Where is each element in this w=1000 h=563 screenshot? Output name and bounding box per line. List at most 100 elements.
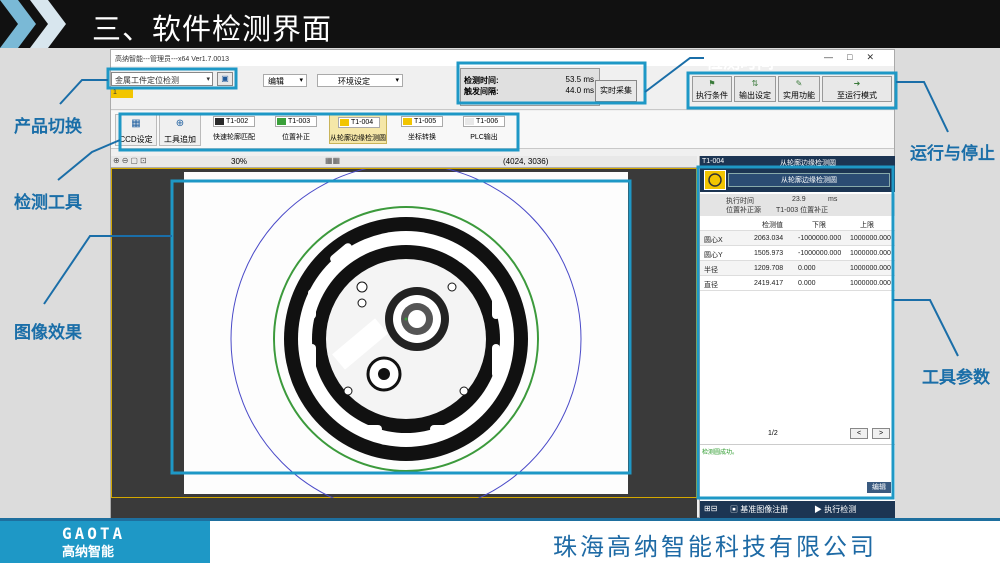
image-toolbar: ⊕⊖▢⊡ 30% ▦▦ (4024, 3036) [111, 156, 697, 168]
main-toolbar: 金属工件定位检测 ▾ ▣ 1 编辑 ▾ 环境设定 ▾ 检测时间: 53.5 ms 触… [111, 66, 894, 110]
image-view[interactable] [111, 168, 697, 499]
floppy-icon: ▣ [221, 74, 229, 83]
minimize-icon[interactable]: — [824, 52, 847, 62]
output-setting-button[interactable]: ⇅ 输出设定 [734, 76, 776, 102]
param-name: 直径 [704, 282, 718, 289]
tool-name: 快速轮廓匹配 [213, 134, 255, 141]
slide-title: 三、软件检测界面 [92, 12, 333, 46]
environment-menu[interactable]: 环境设定 ▾ [317, 74, 403, 87]
image-status-bar [111, 498, 697, 518]
table-row[interactable]: 圆心X 2063.034 -1000000.000 1000000.000 [700, 231, 895, 246]
tool-item[interactable]: T1-003 位置补正 [267, 114, 325, 144]
maximize-icon[interactable]: □ [847, 52, 866, 62]
tool-item[interactable]: T1-005 坐标转换 [393, 114, 451, 144]
tool-id-text: T1-005 [414, 118, 437, 125]
utility-button[interactable]: ✎ 实用功能 [778, 76, 820, 102]
params-table: 检测值 下限 上限 圆心X 2063.034 -1000000.000 1000000… [700, 216, 895, 291]
prev-page-button[interactable]: < [850, 428, 868, 439]
param-name: 圆心X [704, 237, 723, 244]
zoom-tools-icon[interactable]: ⊕⊖▢⊡ [113, 156, 149, 165]
product-select[interactable]: 金属工件定位检测 ▾ [111, 72, 213, 86]
tool-item[interactable]: T1-002 快速轮廓匹配 [205, 114, 263, 144]
exec-time-value: 23.9 [792, 196, 806, 203]
param-value: 2419.417 [754, 280, 784, 287]
tool-icon [277, 118, 286, 125]
tool-icon [465, 118, 474, 125]
tool-id: T1-002 [213, 116, 255, 127]
tool-item[interactable]: T1-006 PLC输出 [455, 114, 513, 144]
leader-run [896, 81, 949, 133]
trigger-interval-value: 44.0 ms [565, 86, 594, 95]
exec-condition-button[interactable]: ⚑ 执行条件 [692, 76, 732, 102]
trigger-interval-label: 触发间隔: [464, 87, 499, 96]
slide-header: 三、软件检测界面 [0, 0, 1000, 48]
table-row[interactable]: 圆心Y 1505.973 -1000000.000 1000000.000 [700, 246, 895, 261]
panel-exec-info: 执行时间 23.9 ms 位置补正源 T1-003 位置补正 [700, 194, 895, 216]
window-title: 高纳智能---管理员---x64 Ver1.7.0013 [115, 56, 229, 63]
tool-id: T1-005 [401, 116, 443, 127]
tool-icon [215, 118, 224, 125]
close-icon[interactable]: ✕ [866, 52, 888, 62]
run-mode-button[interactable]: ➜ 至运行模式 [822, 76, 892, 102]
log-message: 检测圆成功。 [702, 450, 739, 456]
leader-product [59, 79, 108, 105]
tool-name: 位置补正 [282, 134, 310, 141]
add-tool-button[interactable]: ⊕ 工具追加 [159, 114, 201, 146]
window-controls[interactable]: —□✕ [824, 52, 888, 63]
position-source-label: 位置补正源 [726, 207, 761, 214]
param-high: 1000000.000 [850, 265, 891, 272]
param-low: 0.000 [798, 265, 816, 272]
table-row[interactable]: 直径 2419.417 0.000 1000000.000 [700, 276, 895, 291]
tool-id-text: T1-003 [288, 118, 311, 125]
edit-menu[interactable]: 编辑 ▾ [263, 74, 307, 87]
param-value: 1209.708 [754, 265, 784, 272]
output-setting-label: 输出设定 [739, 91, 771, 100]
param-name: 圆心Y [704, 252, 723, 259]
param-low: -1000000.000 [798, 250, 842, 257]
edit-menu-label: 编辑 [268, 77, 284, 86]
cursor-coords: (4024, 3036) [503, 157, 549, 166]
environment-menu-label: 环境设定 [338, 77, 370, 86]
annotation-detection-tools: 检测工具 [14, 193, 82, 213]
tool-id: T1-006 [463, 116, 505, 127]
col-high: 上限 [860, 222, 874, 229]
param-high: 1000000.000 [850, 280, 891, 287]
realtime-capture-button[interactable]: 实时采集 [595, 80, 637, 102]
chevron-down-icon: ▾ [299, 77, 303, 84]
grid-icon[interactable]: ▦▦ [325, 156, 340, 165]
circle-detect-icon [704, 170, 726, 190]
panel-bottom-bar: ⊞⊟ ▣ 基准图像注册 ▶ 执行检测 [700, 501, 895, 518]
panel-edit-button[interactable]: 编辑 [867, 482, 891, 493]
annotation-detection-time: 检测时间 [706, 53, 774, 73]
add-tool-label: 工具追加 [164, 135, 196, 144]
annotation-tool-params: 工具参数 [922, 368, 990, 388]
save-button[interactable]: ▣ [217, 72, 233, 86]
execute-detection-button[interactable]: ▶ 执行检测 [814, 504, 856, 515]
detect-time-value: 53.5 ms [565, 75, 594, 84]
lock-icon[interactable]: ⊞⊟ [704, 504, 717, 513]
param-low: 0.000 [798, 280, 816, 287]
company-logo-cn: 高纳智能 [62, 545, 115, 560]
tool-item[interactable]: T1-004 从轮廓边缘检测圆 [329, 114, 387, 144]
param-name: 半径 [704, 267, 718, 274]
param-value: 2063.034 [754, 235, 784, 242]
chevron-decoration-icon [30, 0, 66, 48]
ccd-setting-button[interactable]: ▦ CCD设定 [115, 114, 157, 146]
register-base-image-label: 基准图像注册 [740, 505, 789, 514]
image-icon: ▣ [730, 505, 741, 514]
exec-time-unit: ms [828, 196, 838, 203]
tool-id: T1-003 [275, 116, 317, 127]
tool-id-text: T1-004 [351, 119, 374, 126]
table-row[interactable]: 半径 1209.708 0.000 1000000.000 [700, 261, 895, 276]
panel-log: 检测圆成功。 [700, 444, 895, 494]
app-window: 高纳智能---管理员---x64 Ver1.7.0013 —□✕ 金属工件定位检… [110, 49, 895, 518]
tool-bar: ▦ CCD设定 ⊕ 工具追加 T1-002 快速轮廓匹配 T1-003 位置补正 T1-00… [111, 111, 894, 149]
annotation-image-effect: 图像效果 [14, 323, 82, 343]
register-base-image-button[interactable]: ▣ 基准图像注册 [730, 504, 788, 515]
tool-id-text: T1-002 [226, 118, 249, 125]
param-high: 1000000.000 [850, 235, 891, 242]
leader-params [893, 299, 959, 357]
panel-tool-id: T1-004 [702, 158, 725, 165]
col-low: 下限 [812, 222, 826, 229]
next-page-button[interactable]: > [872, 428, 890, 439]
